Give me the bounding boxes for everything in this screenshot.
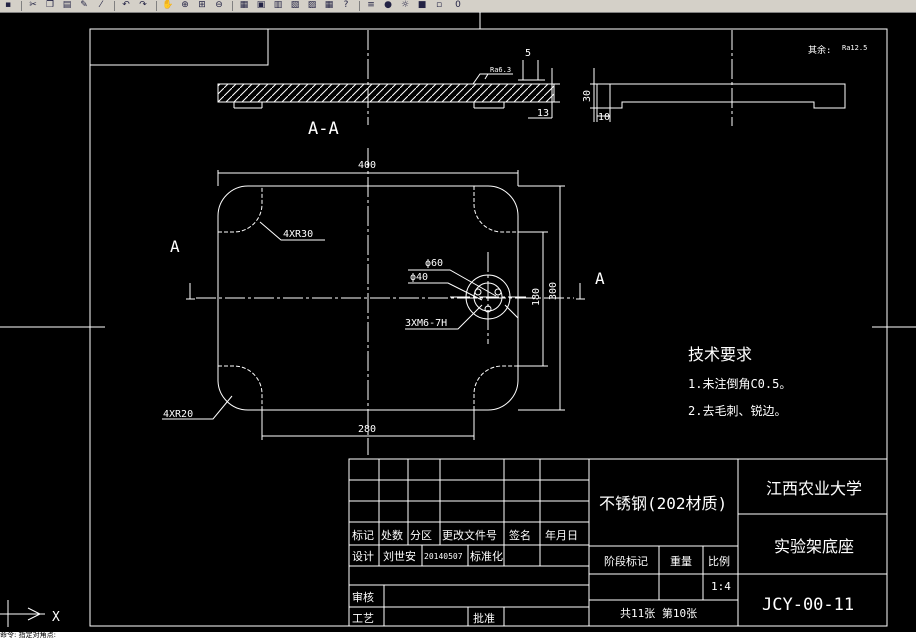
code-box (90, 29, 269, 66)
toolbar-separator (21, 1, 22, 11)
dim-thread: 3XM6-7H (405, 318, 447, 329)
toolbar-separator (156, 1, 157, 11)
approve-label: 批准 (473, 611, 495, 625)
dim-end-height: 30 (582, 90, 593, 102)
hdr-mark: 标记 (352, 528, 374, 542)
design-date: 20140507 (424, 552, 463, 561)
brush-icon[interactable]: ⁄ (95, 0, 107, 11)
material: 不锈钢(202材质) (599, 494, 727, 513)
copy-icon[interactable]: ❐ (44, 0, 56, 11)
properties-icon[interactable]: ▦ (238, 0, 250, 11)
process-label: 工艺 (352, 612, 374, 625)
zoom-previous-icon[interactable]: ⊖ (213, 0, 225, 11)
dim-side-step: 13 (537, 108, 549, 119)
company-name: 江西农业大学 (766, 479, 862, 498)
dim-height-300: 300 (548, 282, 559, 300)
drawing-number: JCY-00-11 (762, 595, 854, 615)
dim-side-thickness: 5 (525, 48, 531, 59)
zoom-realtime-icon[interactable]: ⊕ (179, 0, 191, 11)
weight-label: 重量 (670, 554, 692, 568)
tech-req-title: 技术要求 (688, 345, 752, 364)
scale-value: 1:4 (711, 580, 731, 593)
tool-palettes-icon[interactable]: ▥ (272, 0, 284, 11)
dim-height-180: 180 (531, 288, 542, 306)
save-icon[interactable]: ▪ (2, 0, 14, 11)
undo-icon[interactable]: ↶ (120, 0, 132, 11)
command-line[interactable]: 命令: 指定对角点: (0, 632, 916, 639)
toolbar-separator (114, 1, 115, 11)
calculator-icon[interactable]: ▦ (323, 0, 335, 11)
dim-dia-60: ϕ60 (425, 258, 443, 269)
layer-name-value[interactable]: 0 (452, 0, 464, 11)
hdr-date: 年月日 (545, 528, 578, 542)
matchprop-icon[interactable]: ✎ (78, 0, 90, 11)
tech-req-item-2: 2.去毛刺、锐边。 (688, 404, 786, 418)
layer-manager-icon[interactable]: ≡ (365, 0, 377, 11)
dim-end-depth: 10 (598, 112, 610, 123)
section-marker-left: A (170, 237, 180, 256)
section-label: A-A (308, 119, 339, 139)
lock-icon[interactable]: ▫ (433, 0, 445, 11)
design-label: 设计 (352, 550, 374, 563)
pan-icon[interactable]: ✋ (162, 0, 174, 11)
scale-label: 比例 (708, 554, 730, 568)
hdr-count: 处数 (381, 529, 403, 542)
sun-icon[interactable]: ☼ (399, 0, 411, 11)
sheet-count: 共11张 第10张 (620, 606, 697, 620)
paste-icon[interactable]: ▤ (61, 0, 73, 11)
standardization-label: 标准化 (470, 549, 503, 563)
markup-icon[interactable]: ▨ (306, 0, 318, 11)
dim-corner-r20: 4XR20 (163, 409, 193, 420)
ucs-x-label: X (52, 610, 60, 625)
lightbulb-icon[interactable]: ● (382, 0, 394, 11)
end-view (590, 68, 846, 122)
stage-mark-label: 阶段标记 (604, 554, 648, 568)
drawing-canvas[interactable]: A-A A A Ra6.3 其余: Ra12.5 5 13 30 10 400 … (0, 12, 916, 639)
zoom-window-icon[interactable]: ⊞ (196, 0, 208, 11)
hdr-sign: 签名 (509, 528, 531, 542)
dim-corner-r30: 4XR30 (283, 229, 313, 240)
redo-icon[interactable]: ↷ (137, 0, 149, 11)
tech-req-item-1: 1.未注倒角C0.5。 (688, 376, 791, 391)
section-marker-right: A (595, 269, 605, 288)
ucs-icon (0, 600, 45, 627)
hdr-zone: 分区 (410, 529, 432, 542)
dim-dia-40: ϕ40 (410, 272, 428, 283)
design-center-icon[interactable]: ▣ (255, 0, 267, 11)
toolbar-separator (359, 1, 360, 11)
plan-view (162, 170, 585, 440)
cut-icon[interactable]: ✂ (27, 0, 39, 11)
layer-color-icon[interactable]: ■ (416, 0, 428, 11)
designer-name: 刘世安 (383, 549, 416, 563)
help-icon[interactable]: ? (340, 0, 352, 11)
part-name: 实验架底座 (774, 537, 854, 556)
review-label: 审核 (352, 590, 374, 604)
sheet-set-icon[interactable]: ▧ (289, 0, 301, 11)
roughness-rest-prefix: 其余: (808, 44, 831, 56)
toolbar-separator (232, 1, 233, 11)
dim-width-400: 400 (358, 160, 376, 171)
hdr-change-doc: 更改文件号 (442, 528, 497, 542)
roughness-top: Ra6.3 (490, 66, 511, 74)
roughness-rest: Ra12.5 (842, 44, 867, 52)
dim-width-280: 280 (358, 424, 376, 435)
